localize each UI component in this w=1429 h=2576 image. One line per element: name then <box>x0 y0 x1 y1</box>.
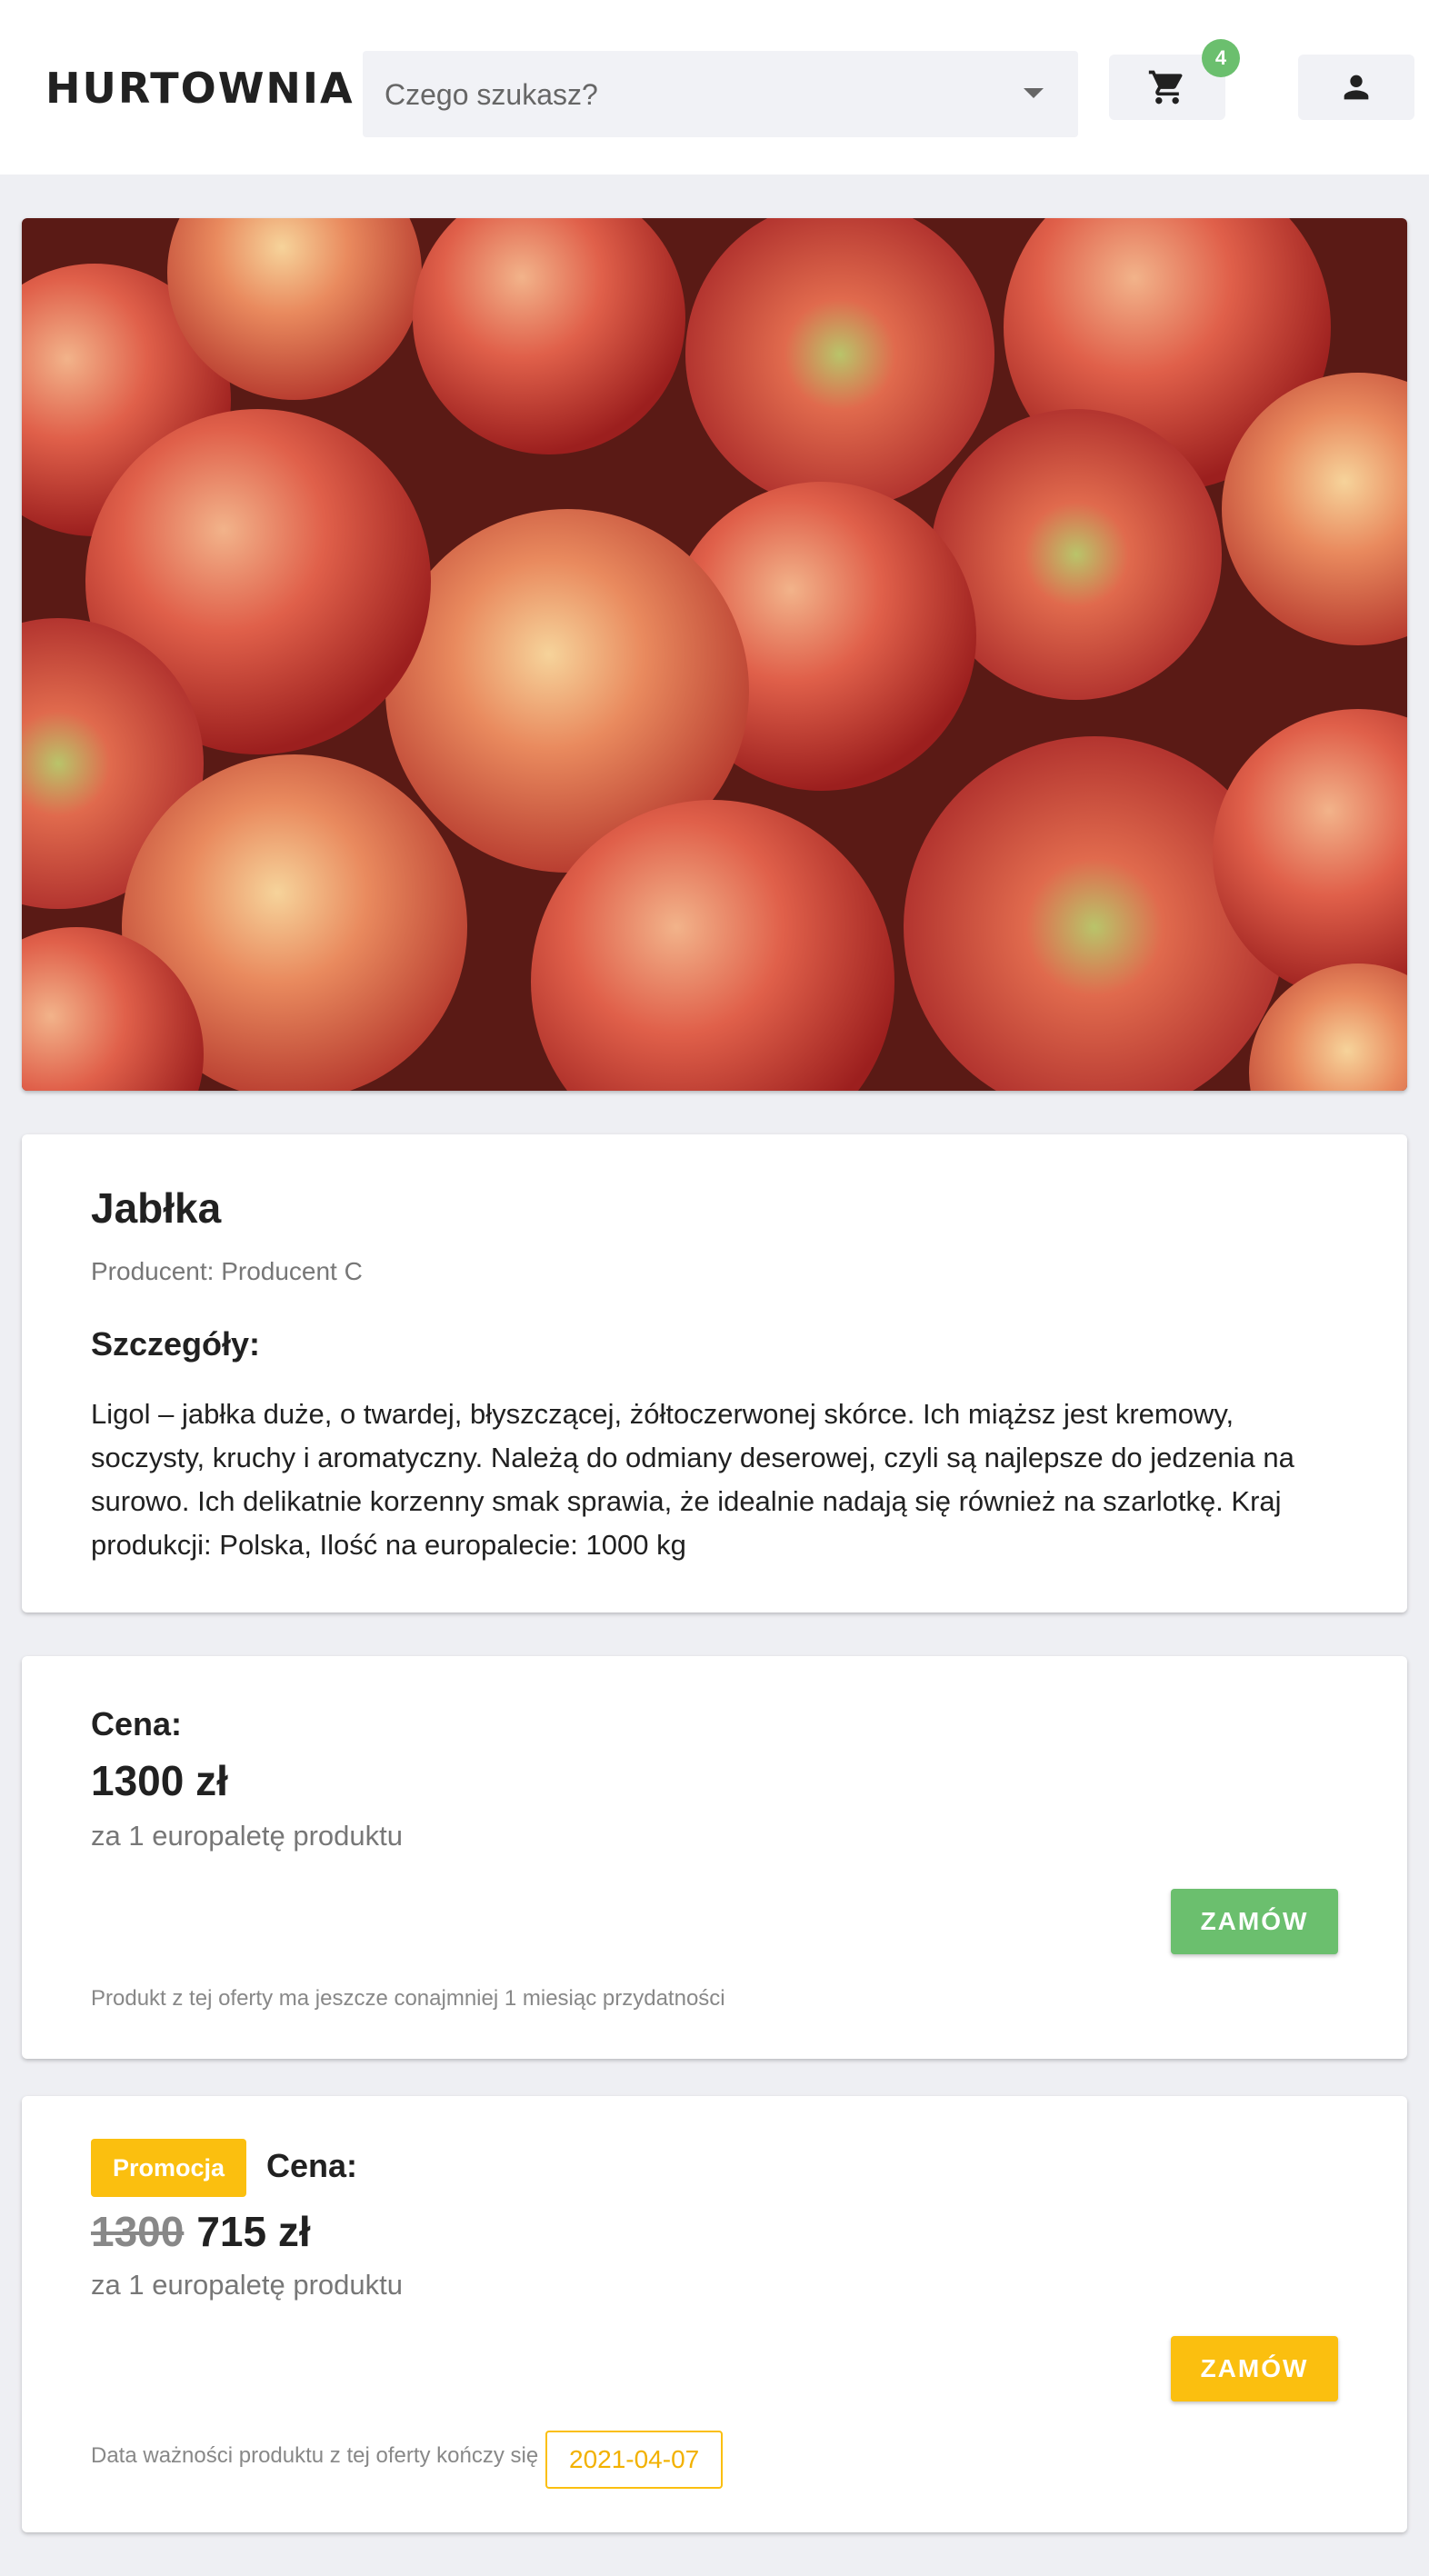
price-label: Cena: <box>91 1705 183 1742</box>
price-value: 1300 715 zł <box>91 2207 311 2256</box>
price-unit: za 1 europaletę produktu <box>91 2269 403 2301</box>
expiry-note: Data ważności produktu z tej oferty końc… <box>91 2443 539 2468</box>
chevron-down-icon[interactable] <box>1024 88 1044 98</box>
old-price: 1300 <box>91 2208 185 2255</box>
product-producer: Producent: Producent C <box>91 1257 363 1285</box>
account-button[interactable] <box>1298 55 1414 120</box>
top-bar: HURTOWNIA 4 <box>0 0 1429 175</box>
promo-price: 715 zł <box>196 2208 311 2255</box>
product-description: Ligol – jabłka duże, o twardej, błyszczą… <box>91 1398 1294 1561</box>
product-image <box>22 218 1407 1091</box>
promo-badge: Promocja <box>91 2139 247 2197</box>
user-icon <box>1344 75 1369 100</box>
offer-card: Cena: 1300 zł za 1 europaletę produktu Z… <box>22 1656 1407 2059</box>
order-button[interactable]: ZAMÓW <box>1171 2336 1338 2401</box>
cart-count-badge: 4 <box>1202 39 1240 77</box>
offer-note: Produkt z tej oferty ma jeszcze conajmni… <box>91 1986 725 2011</box>
price-label: Cena: <box>266 2147 358 2184</box>
details-heading: Szczegóły: <box>91 1325 261 1363</box>
order-button[interactable]: ZAMÓW <box>1171 1889 1338 1954</box>
product-title: Jabłka <box>91 1184 222 1232</box>
product-details-card: Jabłka Producent: Producent C Szczegóły:… <box>22 1134 1407 1612</box>
cart-icon <box>1148 70 1183 105</box>
brand-logo[interactable]: HURTOWNIA <box>45 64 355 113</box>
promo-offer-card: Promocja Cena: 1300 715 zł za 1 europalet… <box>22 2096 1407 2532</box>
price-value: 1300 zł <box>91 1757 228 1804</box>
search-input[interactable] <box>385 71 966 118</box>
expiry-date-chip: 2021-04-07 <box>545 2431 724 2489</box>
search-box[interactable] <box>363 51 1078 137</box>
price-unit: za 1 europaletę produktu <box>91 1820 403 1852</box>
